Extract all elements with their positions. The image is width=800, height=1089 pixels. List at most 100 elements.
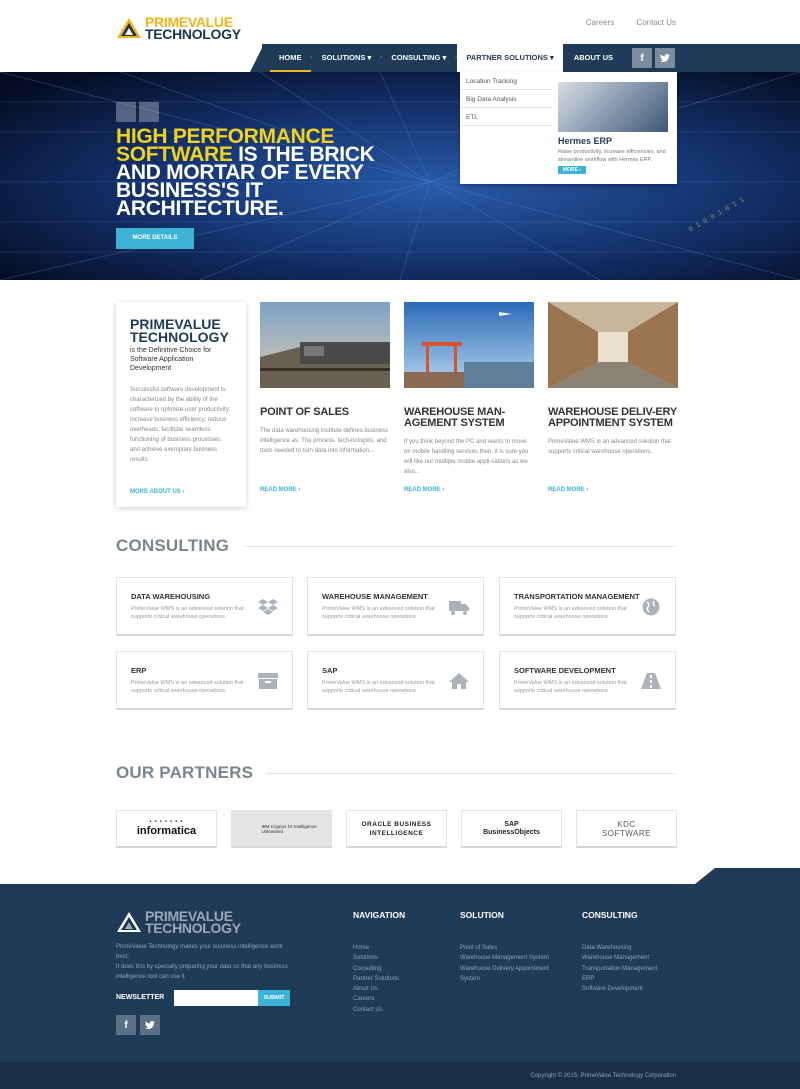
- slider-next-button[interactable]: [139, 102, 159, 122]
- card-point-of-sales: POINT OF SALES The data warehousing inst…: [260, 302, 390, 507]
- footer-link[interactable]: Contact Us: [353, 1005, 399, 1015]
- footer-link[interactable]: Consulting: [353, 964, 399, 974]
- footer-link[interactable]: Warehouse Delivery Appointment: [460, 964, 549, 974]
- road-icon: [641, 672, 661, 690]
- logo-line2: TECHNOLOGY: [145, 26, 241, 42]
- partner-kdc[interactable]: KDC SOFTWARE: [576, 810, 677, 848]
- careers-link[interactable]: Careers: [586, 18, 614, 27]
- footer-tab: [715, 868, 800, 884]
- box-title: DATA WAREHOUSING: [131, 592, 211, 601]
- nav-consulting[interactable]: CONSULTING ▾: [382, 44, 455, 72]
- partner-ibm-cognos[interactable]: IBM Cognos 10 Intelligence Unleashed: [231, 810, 332, 848]
- newsletter-submit-button[interactable]: SUBMIT: [258, 990, 290, 1006]
- home-icon: [449, 672, 469, 690]
- footer-link[interactable]: Warehouse Management System: [460, 953, 549, 963]
- nav-about-us[interactable]: ABOUT US: [565, 44, 622, 72]
- footer-consulting-heading: CONSULTING: [582, 910, 638, 920]
- contact-us-link[interactable]: Contact Us: [636, 18, 676, 27]
- newsletter-label: NEWSLETTER: [116, 994, 165, 1001]
- caret-down-icon: ▾: [442, 53, 447, 62]
- slider-prev-button[interactable]: [116, 102, 136, 122]
- consulting-box-erp[interactable]: ERP PrimeValue WMS is an advanced soluti…: [116, 651, 293, 710]
- consulting-heading: CONSULTING: [116, 536, 230, 555]
- partner-informatica[interactable]: • • • • • • • informatica: [116, 810, 217, 848]
- consulting-box-transportation[interactable]: TRANSPORTATION MANAGEMENT PrimeValue WMS…: [499, 577, 676, 636]
- dropdown-item-location-tracking[interactable]: Location Tracking: [460, 73, 552, 90]
- card-warehouse-management: WAREHOUSE MAN-AGEMENT SYSTEM If you thin…: [404, 302, 534, 507]
- partner-oracle[interactable]: ORACLE BUSINESS INTELLIGENCE: [346, 810, 447, 848]
- consulting-box-software-development[interactable]: SOFTWARE DEVELOPMENT PrimeValue WMS is a…: [499, 651, 676, 710]
- feature-desc: Raise productivity, increase efficiencie…: [558, 149, 666, 163]
- consulting-box-warehouse-management[interactable]: WAREHOUSE MANAGEMENT PrimeValue WMS is a…: [307, 577, 484, 636]
- footer-link[interactable]: Warehouse Management: [582, 953, 657, 963]
- intro-title2: TECHNOLOGY: [130, 329, 229, 345]
- feature-more-button[interactable]: MORE ›: [558, 166, 587, 174]
- footer-link[interactable]: ERP: [582, 974, 657, 984]
- partner-sap[interactable]: SAP BusinessObjects: [461, 810, 562, 848]
- footer-link[interactable]: Data Warehousing: [582, 943, 657, 953]
- footer-link[interactable]: Home: [353, 943, 399, 953]
- dropdown-item-big-data[interactable]: Big Data Analysis: [460, 91, 552, 108]
- box-title: SOFTWARE DEVELOPMENT: [514, 666, 616, 675]
- footer-solution-heading: SOLUTION: [460, 910, 504, 920]
- intro-subtitle: is the Definitive Choice for Software Ap…: [130, 347, 212, 372]
- newsletter-input[interactable]: [174, 990, 258, 1006]
- more-details-button[interactable]: MORE DETAILS: [116, 228, 194, 249]
- consulting-box-data-warehousing[interactable]: DATA WAREHOUSING PrimeValue WMS is an ad…: [116, 577, 293, 636]
- logo[interactable]: PRIMEVALUE TECHNOLOGY: [116, 15, 241, 42]
- read-more-link[interactable]: READ MORE ›: [260, 487, 300, 493]
- nav-partner-solutions[interactable]: PARTNER SOLUTIONS ▾: [457, 44, 563, 72]
- read-more-link[interactable]: READ MORE ›: [404, 487, 444, 493]
- consulting-divider: [244, 546, 676, 547]
- nav-home[interactable]: HOME: [270, 44, 311, 72]
- footer-twitter-icon[interactable]: [140, 1015, 160, 1035]
- card-title: POINT OF SALES: [260, 406, 349, 418]
- footer-logo[interactable]: PRIMEVALUE TECHNOLOGY: [116, 909, 241, 936]
- copyright: Copyright © 2015, PrimeValue Technology …: [530, 1073, 676, 1079]
- footer-logo-line2: TECHNOLOGY: [145, 920, 241, 936]
- card-delivery-appointment: WAREHOUSE DELIV-ERY APPOINTMENT SYSTEM P…: [548, 302, 678, 507]
- port-cranes-image: [404, 302, 534, 388]
- feature-title: Hermes ERP: [558, 136, 613, 146]
- nav-solutions[interactable]: SOLUTIONS ▾: [313, 44, 381, 72]
- box-title: SAP: [322, 666, 338, 675]
- footer-link[interactable]: System: [460, 974, 549, 984]
- partners-heading: OUR PARTNERS: [116, 763, 254, 782]
- hermes-erp-image: [558, 82, 668, 132]
- hero-headline: HIGH PERFORMANCE SOFTWARE IS THE BRICK A…: [116, 126, 376, 220]
- footer-link[interactable]: Transportation Management: [582, 964, 657, 974]
- footer-link[interactable]: Careers: [353, 994, 399, 1004]
- header-social: f: [632, 48, 678, 68]
- box-desc: PrimeValue WMS is an advanced solution t…: [514, 606, 627, 620]
- read-more-link[interactable]: READ MORE ›: [548, 487, 588, 493]
- card-body: The data warehousing institute defines b…: [260, 428, 389, 454]
- partner-solutions-dropdown: Location Tracking Big Data Analysis ETL …: [460, 72, 677, 184]
- facebook-icon[interactable]: f: [632, 48, 652, 68]
- main-nav: HOME • SOLUTIONS ▾ • CONSULTING ▾ • PART…: [270, 44, 622, 72]
- box-desc: PrimeValue WMS is an advanced solution t…: [514, 680, 627, 694]
- dropbox-icon: [258, 598, 278, 616]
- consulting-box-sap[interactable]: SAP PrimeValue WMS is an advanced soluti…: [307, 651, 484, 710]
- box-desc: PrimeValue WMS is an advanced solution t…: [322, 680, 435, 694]
- globe-icon: [641, 598, 661, 616]
- card-body: If you think beyond the PC and wants to …: [404, 439, 529, 475]
- footer-link[interactable]: Solutions: [353, 953, 399, 963]
- train-image: [260, 302, 390, 388]
- footer-logo-triangle-icon: [117, 912, 141, 932]
- footer-facebook-icon[interactable]: f: [116, 1015, 136, 1035]
- card-title: WAREHOUSE MAN-AGEMENT SYSTEM: [404, 406, 506, 429]
- footer-link[interactable]: Software Development: [582, 984, 657, 994]
- twitter-icon[interactable]: [655, 48, 675, 68]
- box-desc: PrimeValue WMS is an advanced solution t…: [131, 606, 244, 620]
- dropdown-item-etl[interactable]: ETL: [460, 109, 552, 126]
- more-about-us-link[interactable]: MORE ABOUT US ›: [130, 489, 184, 495]
- partners-divider: [266, 773, 676, 774]
- archive-icon: [258, 672, 278, 690]
- footer-link[interactable]: Partner Solutions: [353, 974, 399, 984]
- footer-link[interactable]: About Us: [353, 984, 399, 994]
- warehouse-aisle-image: [548, 302, 678, 388]
- footer-solution-links: Point of Sales Warehouse Management Syst…: [460, 943, 549, 984]
- footer-link[interactable]: Point of Sales: [460, 943, 549, 953]
- hero-line5: ARCHITECTURE.: [116, 197, 284, 220]
- box-title: ERP: [131, 666, 147, 675]
